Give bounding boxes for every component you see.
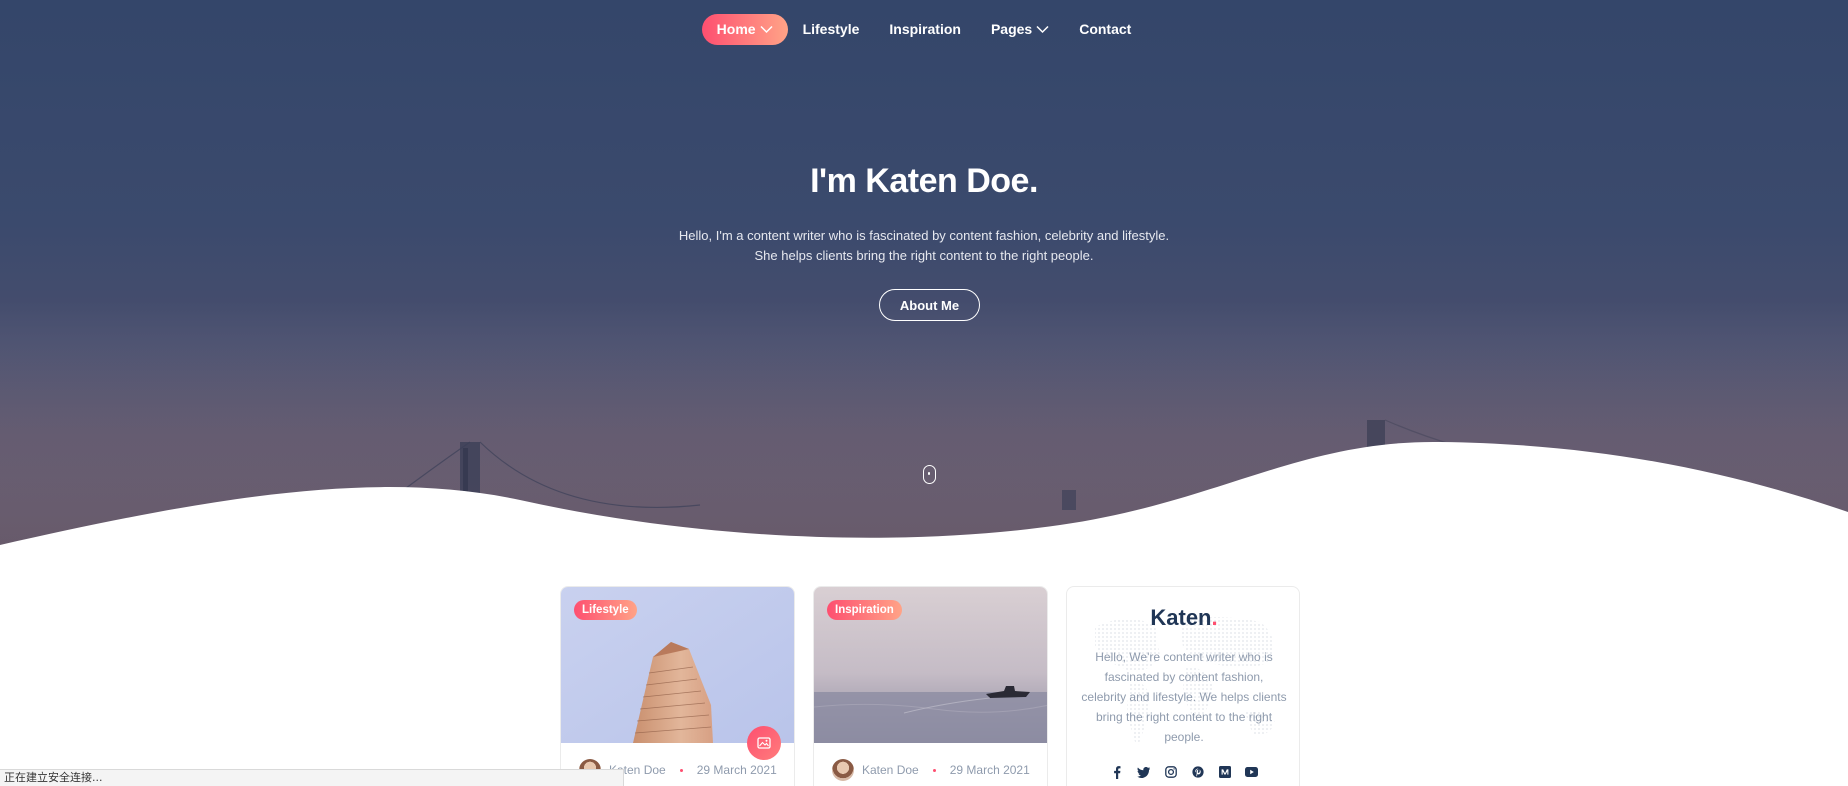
logo-text: Katen <box>1150 605 1212 630</box>
category-badge[interactable]: Lifestyle <box>574 600 637 620</box>
chevron-down-icon <box>1036 25 1049 33</box>
meta-separator <box>679 768 683 772</box>
chevron-down-icon <box>760 25 773 33</box>
nav-item-contact[interactable]: Contact <box>1064 13 1146 45</box>
nav-item-pages[interactable]: Pages <box>976 13 1064 45</box>
medium-icon[interactable] <box>1218 765 1232 779</box>
main-navigation: Home Lifestyle Inspiration Pages Contact <box>0 13 1848 45</box>
youtube-icon[interactable] <box>1245 765 1259 779</box>
meta-separator <box>932 768 936 772</box>
author-name[interactable]: Katen Doe <box>862 763 919 777</box>
post-date: 29 March 2021 <box>696 763 777 777</box>
hero-subtitle: Hello, I'm a content writer who is fasci… <box>0 226 1848 266</box>
nav-item-label: Inspiration <box>889 21 961 37</box>
hero-subtitle-line: Hello, I'm a content writer who is fasci… <box>678 228 1170 243</box>
hero-section: Home Lifestyle Inspiration Pages Contact… <box>0 0 1848 560</box>
nav-menu: Home Lifestyle Inspiration Pages Contact <box>701 13 1147 45</box>
nav-item-label: Pages <box>990 21 1033 37</box>
nav-item-home[interactable]: Home <box>701 13 788 45</box>
scroll-mouse-icon[interactable] <box>923 465 936 484</box>
post-card[interactable]: Lifestyle Katen Doe 29 March 2021 <box>560 586 795 786</box>
author-avatar[interactable] <box>832 759 854 781</box>
category-badge[interactable]: Inspiration <box>827 600 902 620</box>
post-card[interactable]: Inspiration Katen Doe 29 March 2021 <box>813 586 1048 786</box>
nav-item-label: Contact <box>1079 21 1132 37</box>
post-meta: Katen Doe 29 March 2021 <box>832 759 1030 781</box>
nav-item-label: Lifestyle <box>802 21 860 37</box>
site-logo[interactable]: Katen. <box>1067 605 1299 631</box>
logo-dot: . <box>1211 605 1218 630</box>
post-date: 29 March 2021 <box>949 763 1030 777</box>
hero-wave-divider <box>0 441 1848 560</box>
browser-status-bar: 正在建立安全连接... <box>0 769 624 786</box>
twitter-icon[interactable] <box>1137 765 1151 779</box>
facebook-icon[interactable] <box>1110 765 1124 779</box>
social-links <box>1067 765 1299 779</box>
about-widget: Katen. Hello, We're content writer who i… <box>1066 586 1300 786</box>
about-me-button[interactable]: About Me <box>879 289 980 321</box>
about-description: Hello, We're content writer who is fasci… <box>1081 650 1287 744</box>
hero-subtitle-line: She helps clients bring the right conten… <box>754 248 1094 263</box>
nav-item-label: Home <box>716 21 756 37</box>
instagram-icon[interactable] <box>1164 765 1178 779</box>
hero-title: I'm Katen Doe. <box>810 162 1038 200</box>
pinterest-icon[interactable] <box>1191 765 1205 779</box>
nav-item-inspiration[interactable]: Inspiration <box>874 13 976 45</box>
nav-item-lifestyle[interactable]: Lifestyle <box>788 13 875 45</box>
image-icon[interactable] <box>747 726 781 760</box>
